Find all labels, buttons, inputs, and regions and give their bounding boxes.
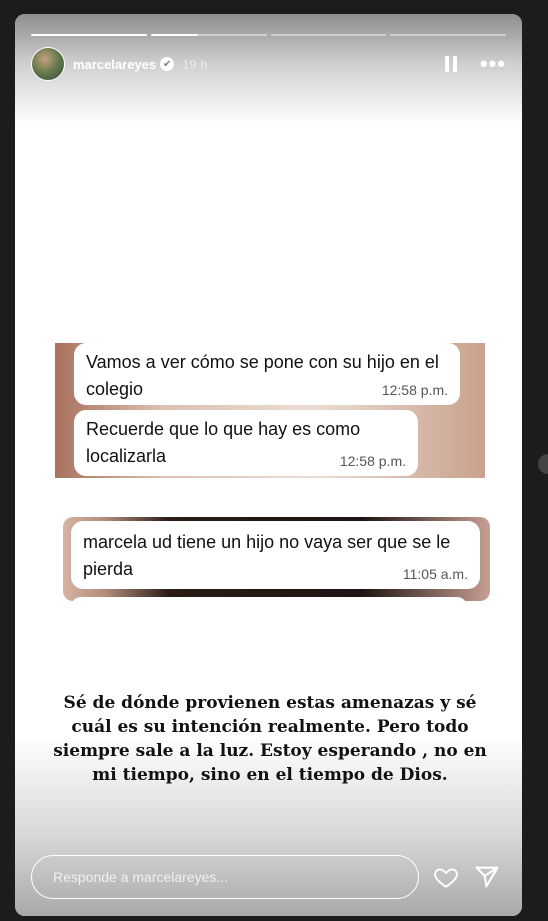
message-time: 12:58 p.m. xyxy=(381,382,448,398)
next-story-button[interactable] xyxy=(538,454,548,474)
message-time: 12:58 p.m. xyxy=(339,453,406,469)
more-options-icon[interactable]: ••• xyxy=(480,53,506,75)
send-icon[interactable] xyxy=(473,863,501,891)
chat-bubble: Vamos a ver cómo se pone con su hijo en … xyxy=(74,343,460,405)
avatar[interactable] xyxy=(31,47,65,81)
story-viewer[interactable]: marcelareyes ✔ 19 h ••• Vamos a ver cómo… xyxy=(15,14,522,916)
story-header: marcelareyes ✔ 19 h ••• xyxy=(31,47,506,81)
reply-placeholder: Responde a marcelareyes... xyxy=(53,869,229,885)
reply-input[interactable]: Responde a marcelareyes... xyxy=(31,855,419,899)
chat-bubble: Recuerde que lo que hay es como localiza… xyxy=(74,410,418,476)
username[interactable]: marcelareyes xyxy=(73,57,156,72)
progress-segment xyxy=(31,34,147,36)
post-time: 19 h xyxy=(182,56,208,72)
heart-icon[interactable] xyxy=(433,864,459,890)
story-progress-bar xyxy=(31,34,506,36)
progress-segment xyxy=(390,34,506,36)
story-caption: Sé de dónde provienen estas amenazas y s… xyxy=(53,693,487,785)
chat-screenshot-2: marcela ud tiene un hijo no vaya ser que… xyxy=(63,517,490,601)
message-time: 11:05 a.m. xyxy=(402,566,468,582)
verified-badge-icon: ✔ xyxy=(160,57,175,71)
chat-bubble-partial xyxy=(71,597,467,601)
chat-bubble: marcela ud tiene un hijo no vaya ser que… xyxy=(71,521,480,589)
progress-segment xyxy=(270,34,387,36)
pause-icon[interactable] xyxy=(444,56,458,72)
chat-screenshot-1: Vamos a ver cómo se pone con su hijo en … xyxy=(55,343,485,478)
progress-segment xyxy=(150,34,267,36)
